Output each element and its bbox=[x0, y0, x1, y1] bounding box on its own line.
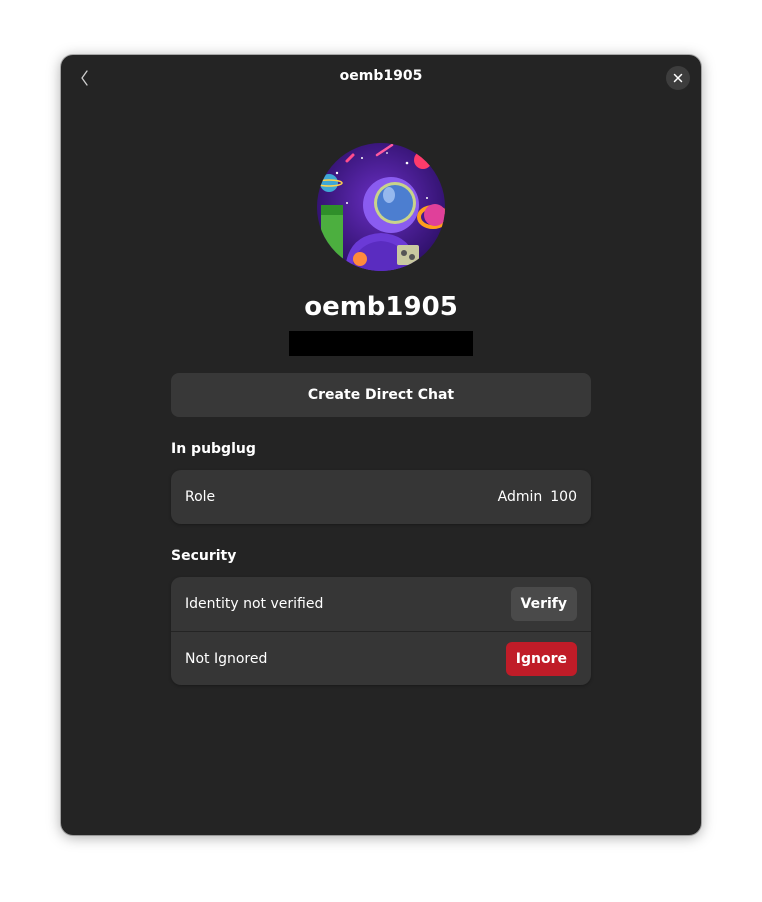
ignore-status-label: Not Ignored bbox=[185, 650, 268, 667]
role-value: Admin 100 bbox=[498, 489, 577, 505]
user-details-dialog: oemb1905 oemb1905 Create Direct Chat In … bbox=[61, 55, 701, 835]
verify-button[interactable]: Verify bbox=[510, 587, 577, 621]
role-label: Role bbox=[185, 489, 216, 505]
user-id-redacted bbox=[289, 331, 473, 356]
room-section-heading: In pubglug bbox=[171, 441, 256, 457]
identity-status-label: Identity not verified bbox=[185, 596, 324, 612]
ignore-row: Not Ignored Ignore bbox=[171, 631, 591, 685]
identity-row: Identity not verified Verify bbox=[171, 577, 591, 631]
role-name: Admin bbox=[497, 489, 543, 505]
ignore-button[interactable]: Ignore bbox=[505, 641, 577, 676]
astronaut-avatar-image bbox=[317, 143, 445, 271]
headerbar: oemb1905 bbox=[61, 55, 701, 101]
close-icon bbox=[673, 73, 683, 83]
close-button[interactable] bbox=[666, 66, 690, 90]
role-row: Role Admin 100 bbox=[171, 470, 591, 524]
power-level: 100 bbox=[550, 489, 577, 505]
window-title: oemb1905 bbox=[339, 68, 423, 84]
create-direct-chat-button[interactable]: Create Direct Chat bbox=[171, 373, 591, 417]
display-name: oemb1905 bbox=[304, 292, 458, 322]
room-card: Role Admin 100 bbox=[171, 470, 591, 524]
security-card: Identity not verified Verify Not Ignored… bbox=[171, 577, 591, 685]
security-section-heading: Security bbox=[171, 548, 237, 564]
avatar bbox=[317, 143, 445, 271]
